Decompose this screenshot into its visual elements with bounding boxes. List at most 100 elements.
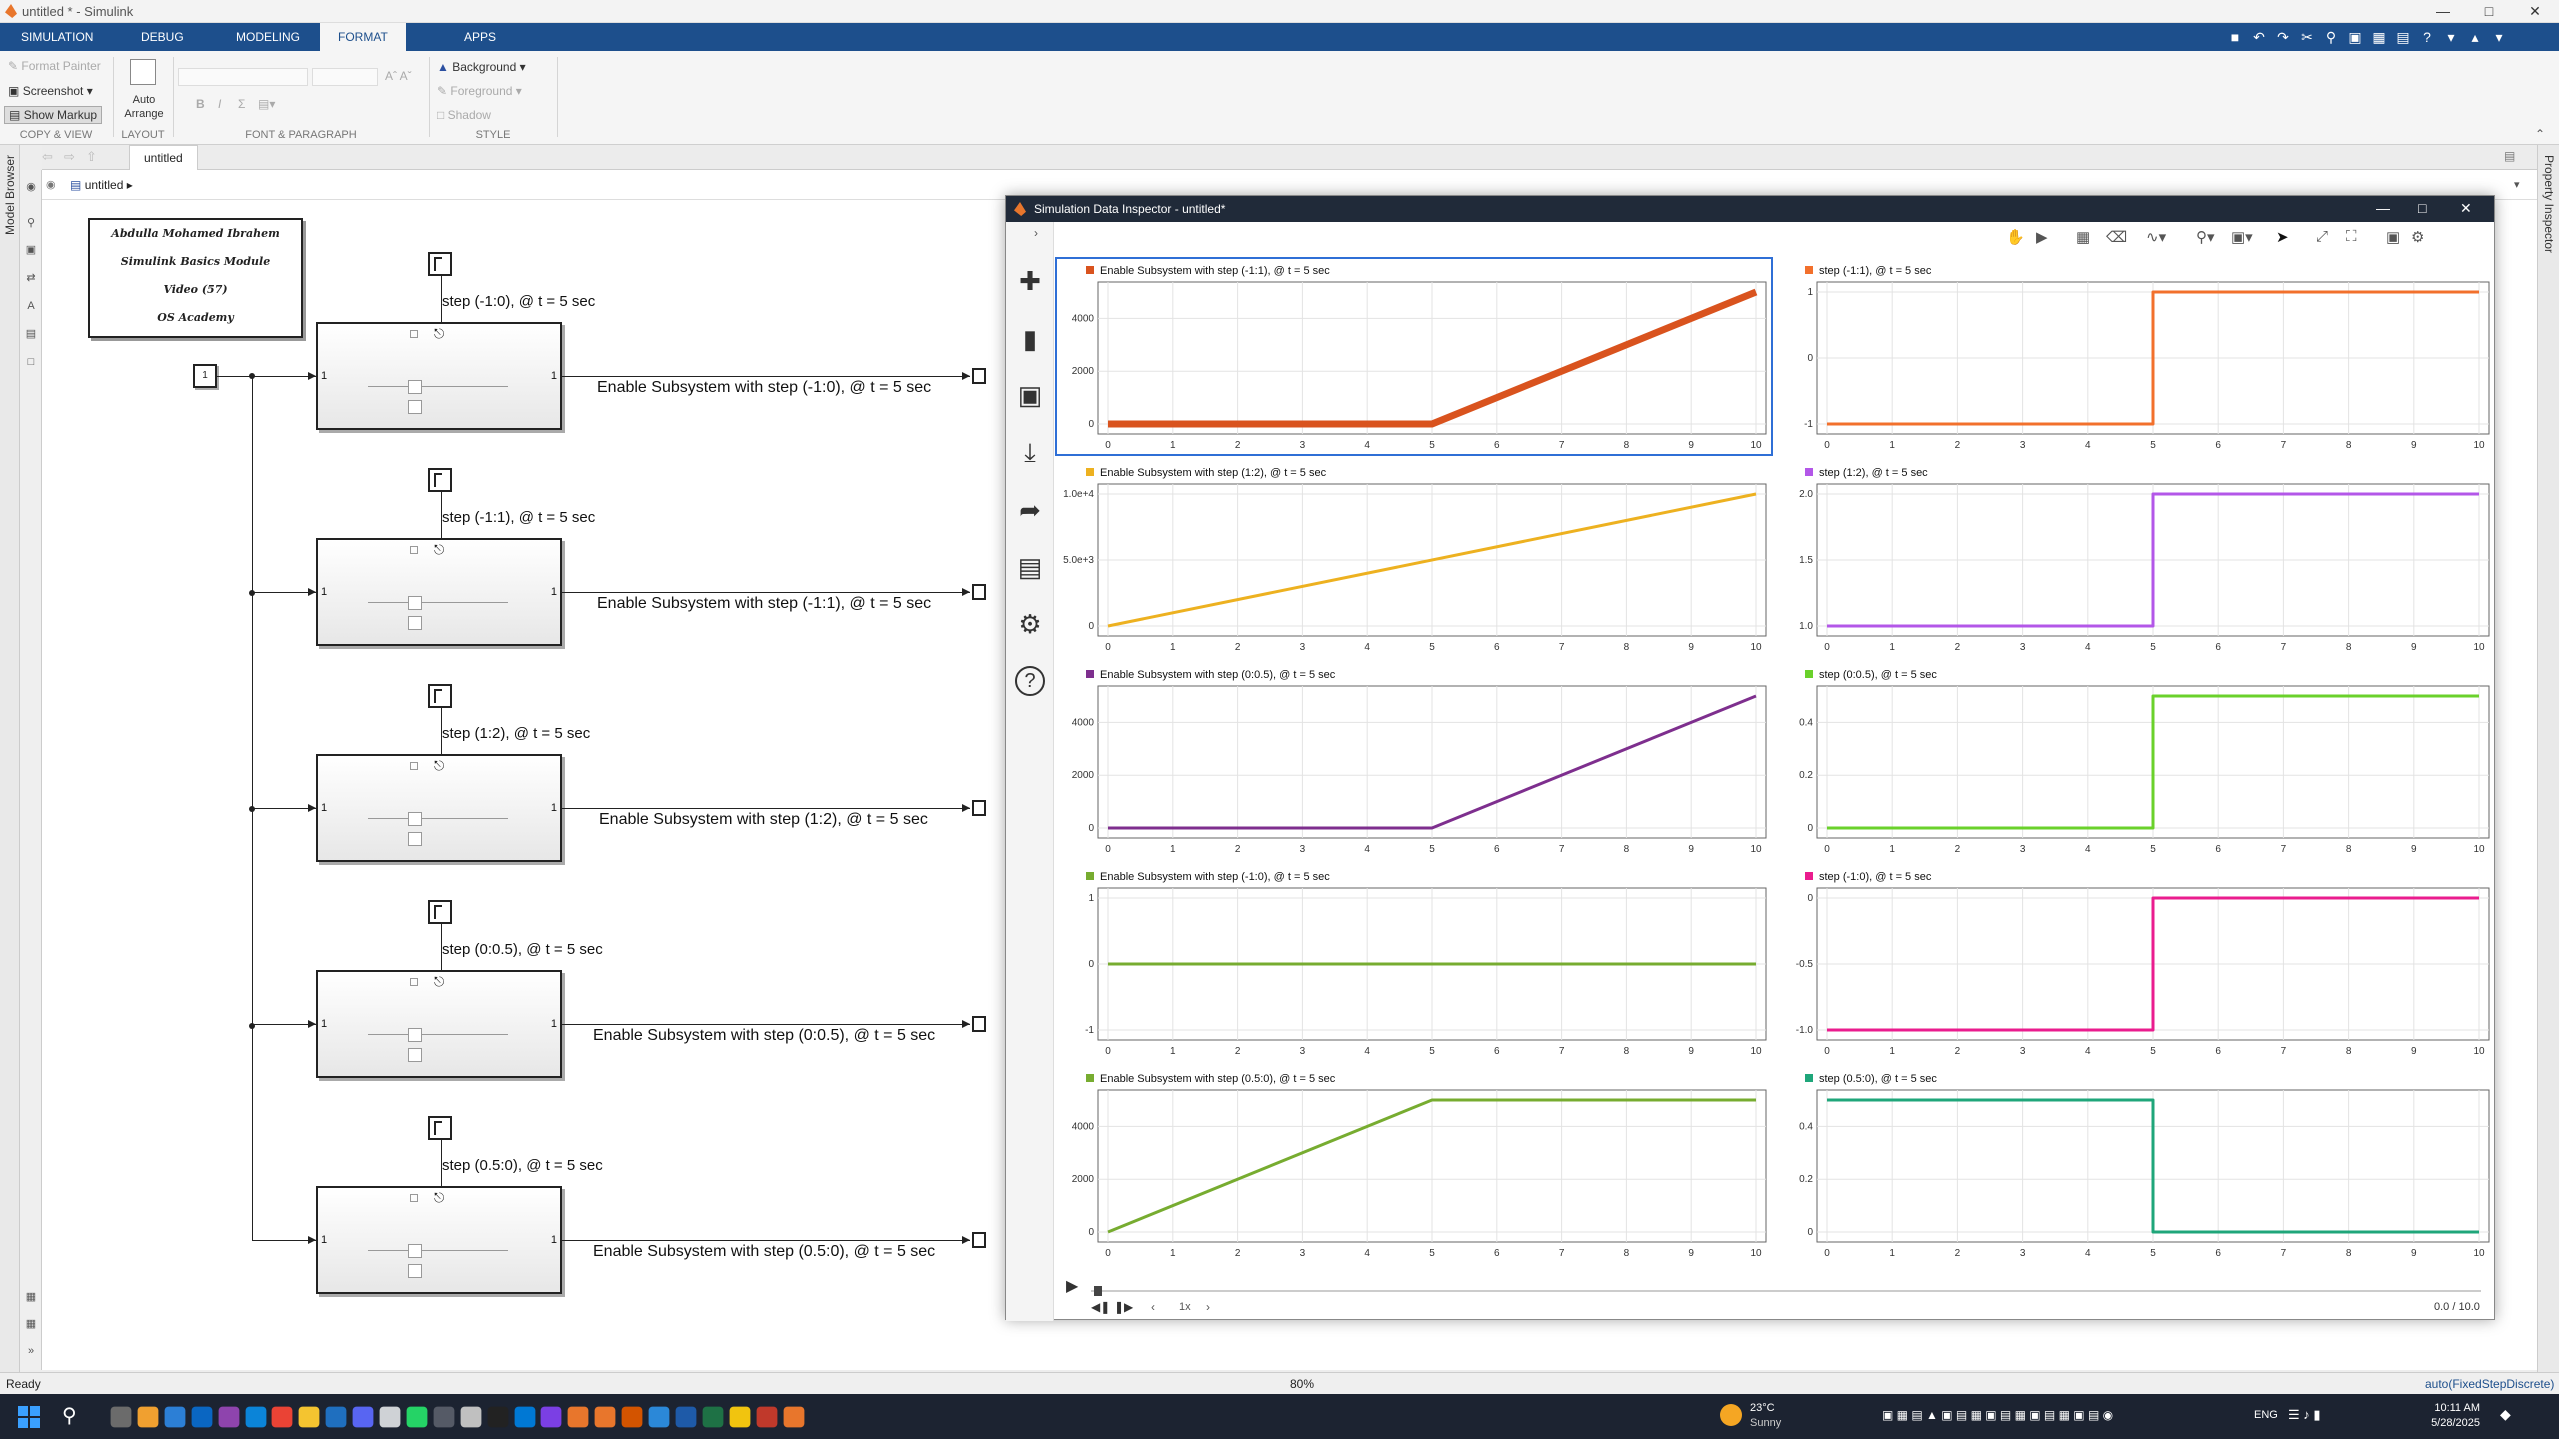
- tab-debug[interactable]: DEBUG: [123, 23, 202, 51]
- open-folder-icon[interactable]: ▮: [1015, 324, 1045, 354]
- network-icon[interactable]: ☰ ♪ ▮: [2288, 1407, 2321, 1423]
- bold-button[interactable]: B: [196, 97, 205, 111]
- taskbar-slides-icon[interactable]: [621, 1406, 643, 1428]
- help-icon[interactable]: ?: [1015, 666, 1045, 696]
- outport-block[interactable]: [972, 368, 986, 384]
- import-icon[interactable]: ⤓: [1015, 437, 1045, 467]
- background-button[interactable]: ▲ Background ▾: [437, 60, 526, 74]
- undo-icon[interactable]: ↶: [2249, 27, 2269, 47]
- layout-grid-icon[interactable]: ▦: [2076, 228, 2090, 246]
- clear-icon[interactable]: ⌫: [2106, 228, 2127, 246]
- time-slider-thumb[interactable]: [1094, 1286, 1102, 1296]
- table-icon[interactable]: ▦: [24, 1317, 38, 1331]
- faster-icon[interactable]: ›: [1206, 1300, 1210, 1314]
- taskbar-camera-icon[interactable]: [379, 1406, 401, 1428]
- save-session-icon[interactable]: ▣: [1015, 380, 1045, 410]
- taskbar-word-app-icon[interactable]: [325, 1406, 347, 1428]
- taskbar-copilot-icon[interactable]: [137, 1406, 159, 1428]
- shadow-button[interactable]: □ Shadow: [437, 108, 491, 122]
- tab-format[interactable]: FORMAT: [320, 23, 406, 51]
- italic-button[interactable]: I: [218, 97, 221, 111]
- align-icon[interactable]: ▤▾: [258, 97, 275, 111]
- view-icon[interactable]: ▤: [2393, 27, 2413, 47]
- signal-icon[interactable]: ∿▾: [2146, 228, 2166, 246]
- settings-icon[interactable]: ⚙: [1015, 609, 1045, 639]
- help-icon[interactable]: ?: [2417, 27, 2437, 47]
- breadcrumb-menu-icon[interactable]: ▾: [2514, 178, 2520, 191]
- new-icon[interactable]: ✚: [1015, 266, 1045, 296]
- taskbar-matlab-b-icon[interactable]: [594, 1406, 616, 1428]
- taskbar-discord-icon[interactable]: [352, 1406, 374, 1428]
- save-icon[interactable]: ■: [2225, 27, 2245, 47]
- taskbar-matlab-a-icon[interactable]: [567, 1406, 589, 1428]
- taskbar-app-d-icon[interactable]: [756, 1406, 777, 1428]
- collapse-ribbon-icon[interactable]: ▴: [2465, 27, 2485, 47]
- up-icon[interactable]: ⇧: [86, 149, 97, 165]
- taskbar-excel-icon[interactable]: [702, 1406, 724, 1428]
- model-browser-tab[interactable]: Model Browser: [3, 155, 17, 235]
- pan-icon[interactable]: ✋: [2006, 228, 2025, 246]
- sdi-close-icon[interactable]: ✕: [2460, 200, 2472, 217]
- fit-view-icon[interactable]: ▣: [24, 243, 38, 257]
- playback-play-icon[interactable]: ▶: [1066, 1276, 1078, 1296]
- collapse-icon[interactable]: ⌃: [2535, 127, 2545, 141]
- enabled-subsystem[interactable]: 1 1 ⎋: [316, 1186, 562, 1294]
- enabled-subsystem[interactable]: 1 1 ⎋: [316, 970, 562, 1078]
- tex-button[interactable]: Σ: [238, 97, 245, 111]
- snapshot-icon[interactable]: ▣: [2386, 228, 2400, 246]
- taskbar-matlab-icon[interactable]: [783, 1406, 804, 1428]
- font-size-select[interactable]: [312, 68, 378, 86]
- taskbar-store-icon[interactable]: [164, 1406, 186, 1428]
- sdi-maximize-icon[interactable]: □: [2418, 200, 2426, 216]
- redo-icon[interactable]: ↷: [2273, 27, 2293, 47]
- taskbar-whatsapp-icon[interactable]: [406, 1406, 428, 1428]
- arrow-icon[interactable]: ⇄: [24, 271, 38, 285]
- format-painter-button[interactable]: ✎ Format Painter: [8, 59, 101, 73]
- outport-block[interactable]: [972, 800, 986, 816]
- taskbar-task-view-icon[interactable]: [110, 1406, 132, 1428]
- search-icon[interactable]: ⚲: [2321, 27, 2341, 47]
- minimize-icon[interactable]: —: [2420, 0, 2466, 23]
- solver-link[interactable]: auto(FixedStepDiscrete): [2425, 1377, 2554, 1391]
- tab-untitled[interactable]: untitled: [129, 145, 198, 170]
- enabled-subsystem[interactable]: 1 1 ⎋: [316, 322, 562, 430]
- forward-icon[interactable]: ⇨: [64, 149, 75, 165]
- expand-icon[interactable]: »: [24, 1344, 38, 1358]
- back-icon[interactable]: ⇦: [42, 149, 53, 165]
- step-block[interactable]: [428, 1116, 452, 1140]
- taskbar-vs-icon[interactable]: [540, 1406, 562, 1428]
- taskbar-files-icon[interactable]: [298, 1406, 320, 1428]
- step-back-icon[interactable]: ◀❚: [1091, 1300, 1110, 1314]
- auto-arrange-button[interactable]: Auto Arrange: [118, 93, 170, 121]
- plot-settings-icon[interactable]: ⚙: [2411, 228, 2424, 246]
- taskbar-xapp-icon[interactable]: [433, 1406, 455, 1428]
- font-grow-icon[interactable]: Aˆ Aˇ: [385, 69, 412, 83]
- taskbar-app-b-icon[interactable]: [487, 1406, 508, 1428]
- share-icon[interactable]: ➦: [1015, 495, 1045, 525]
- notifications-icon[interactable]: ◆: [2500, 1406, 2511, 1423]
- property-inspector-tab[interactable]: Property Inspector: [2542, 155, 2556, 253]
- tray-icons[interactable]: ▣ ▦ ▤ ▲ ▣ ▤ ▦ ▣ ▤ ▦ ▣ ▤ ▦ ▣ ▤ ◉: [1882, 1408, 2113, 1422]
- property-icon[interactable]: ▦: [24, 1290, 38, 1304]
- toolstrip-icon[interactable]: ▦: [2369, 27, 2389, 47]
- enabled-subsystem[interactable]: 1 1 ⎋: [316, 754, 562, 862]
- enabled-subsystem[interactable]: 1 1 ⎋: [316, 538, 562, 646]
- step-block[interactable]: [428, 252, 452, 276]
- report-icon[interactable]: ▤: [1015, 552, 1045, 582]
- hide-icon[interactable]: ◉: [24, 180, 38, 194]
- step-block[interactable]: [428, 900, 452, 924]
- play-icon[interactable]: ▶: [2036, 228, 2048, 246]
- taskbar-edge-icon[interactable]: [245, 1406, 266, 1428]
- expand-plot-icon[interactable]: ⤢: [2316, 228, 2328, 245]
- image-icon[interactable]: ▤: [24, 327, 38, 341]
- find-icon[interactable]: ▣: [2345, 27, 2365, 47]
- constant-block[interactable]: 1: [193, 364, 217, 388]
- sdi-plot-grid[interactable]: Enable Subsystem with step (-1:1), @ t =…: [1054, 256, 2494, 1256]
- taskbar-chrome-icon[interactable]: [271, 1406, 293, 1428]
- explorer-icon[interactable]: ◉: [46, 178, 56, 191]
- step-forward-icon[interactable]: ❚▶: [1114, 1300, 1133, 1314]
- step-block[interactable]: [428, 468, 452, 492]
- close-icon[interactable]: ✕: [2512, 0, 2558, 23]
- cut-icon[interactable]: ✂: [2297, 27, 2317, 47]
- outport-block[interactable]: [972, 584, 986, 600]
